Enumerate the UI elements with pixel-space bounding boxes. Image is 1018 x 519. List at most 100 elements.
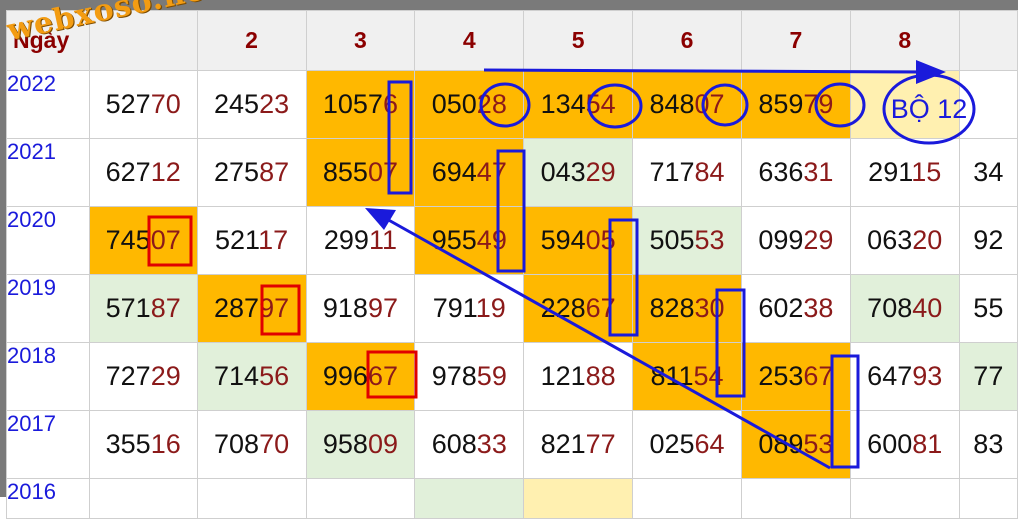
number-tail: 59 [476, 361, 507, 391]
number-tail: 09 [367, 429, 398, 459]
number-tail: 79 [803, 89, 834, 119]
header-col: 3 [305, 10, 416, 71]
number-tail: 20 [912, 225, 943, 255]
number-head: 717 [649, 157, 695, 187]
number-cell: 71456 [196, 342, 307, 411]
number-cell [958, 478, 1018, 519]
number-tail: 23 [259, 89, 290, 119]
number-head: 978 [431, 361, 477, 391]
number-head: 025 [649, 429, 695, 459]
header-col: 5 [523, 10, 634, 71]
year-cell: 2021 [6, 138, 90, 207]
number-cell: 09929 [740, 206, 851, 275]
number-cell: 85507 [305, 138, 416, 207]
number-head: 287 [214, 293, 260, 323]
number-head: 918 [322, 293, 368, 323]
number-cell: 70870 [196, 410, 307, 479]
number-head: 1057 [322, 89, 383, 119]
number-head: 063 [867, 225, 913, 255]
number-head: 955 [431, 225, 477, 255]
number-head: 811 [650, 361, 694, 391]
number-cell: 13454 [523, 70, 634, 139]
number-head: 996 [322, 361, 368, 391]
number-cell: 59405 [523, 206, 634, 275]
header-col: 7 [740, 10, 851, 71]
number-cell: 05028 [414, 70, 525, 139]
number-head: 099 [758, 225, 804, 255]
number-tail: 19 [475, 293, 506, 323]
number-tail: 38 [803, 293, 834, 323]
number-tail: 70 [259, 429, 290, 459]
number-cell: 06320 [849, 206, 960, 275]
number-head: 134 [540, 89, 586, 119]
year-cell: 2017 [6, 410, 90, 479]
number-head: 714 [214, 361, 260, 391]
number-cell: 82830 [632, 274, 742, 343]
number-tail: 56 [259, 361, 290, 391]
number-tail: 54 [693, 361, 724, 391]
number-tail: 05 [585, 225, 616, 255]
number-cell: 24523 [196, 70, 307, 139]
number-tail: 40 [912, 293, 943, 323]
number-tail: 67 [367, 361, 398, 391]
number-head: 708 [867, 293, 913, 323]
number-head: 859 [758, 89, 804, 119]
number-tail: 53 [803, 429, 834, 459]
number-cell: 62712 [88, 138, 198, 207]
number-cell: 81154 [632, 342, 742, 411]
year-cell: 2020 [6, 206, 90, 275]
table-row: 2017 35516 70870 95809 60833 82177 02564 08953 6… [6, 410, 1018, 479]
number-cell: 22867 [523, 274, 634, 343]
number-tail: 49 [476, 225, 507, 255]
number-cell [632, 478, 742, 519]
number-cell [196, 478, 307, 519]
number-cell: 64793 [849, 342, 960, 411]
number-tail: 28 [476, 89, 507, 119]
number-tail: 31 [803, 157, 834, 187]
number-head: 855 [322, 157, 368, 187]
number-head: 791 [432, 293, 476, 323]
number-tail: 6 [382, 89, 398, 119]
table-row: 2016 [6, 478, 1018, 519]
number-cell: 70840 [849, 274, 960, 343]
number-head: 600 [867, 429, 913, 459]
bo-label: BỘ 12 [890, 93, 968, 124]
number-cell: 60081 [849, 410, 960, 479]
number-cell [414, 478, 525, 519]
number-tail: 93 [912, 361, 943, 391]
number-tail: 07 [694, 89, 725, 119]
number-cell: 60833 [414, 410, 525, 479]
number-head: 299 [323, 225, 369, 255]
year-cell: 2019 [6, 274, 90, 343]
number-cell: 83 [958, 410, 1018, 479]
number-cell: 04329 [523, 138, 634, 207]
number-head: 636 [758, 157, 804, 187]
number-head: 745 [105, 225, 151, 255]
number-tail: 97 [367, 293, 398, 323]
number-cell: 35516 [88, 410, 198, 479]
number-tail: 87 [150, 293, 181, 323]
table-row: 2019 57187 28797 91897 79119 22867 82830 60238 7… [6, 274, 1018, 343]
header-col: 6 [632, 10, 742, 71]
number-tail: 17 [258, 225, 289, 255]
number-tail: 53 [694, 225, 725, 255]
number-head: 594 [540, 225, 586, 255]
number-tail: 47 [476, 157, 507, 187]
number-cell: 72729 [88, 342, 198, 411]
number-tail: 07 [150, 225, 181, 255]
number-tail: 11 [368, 225, 397, 255]
number-cell: 71784 [632, 138, 742, 207]
table-row: 2020 74507 52117 29911 95549 59405 50553 09929 0… [6, 206, 1018, 275]
number-cell: 79119 [414, 274, 525, 343]
number-cell: 25367 [740, 342, 851, 411]
number-head: 647 [867, 361, 913, 391]
number-tail: 30 [694, 293, 725, 323]
number-cell: 57187 [88, 274, 198, 343]
number-head: 505 [649, 225, 695, 255]
number-cell [740, 478, 851, 519]
number-tail: 07 [367, 157, 398, 187]
lottery-table: Ngày 2345678 2022 52770 24523 10576 05028 134… [6, 10, 1018, 519]
number-cell: 34 [958, 138, 1018, 207]
number-head: 958 [322, 429, 368, 459]
number-tail: 97 [259, 293, 290, 323]
